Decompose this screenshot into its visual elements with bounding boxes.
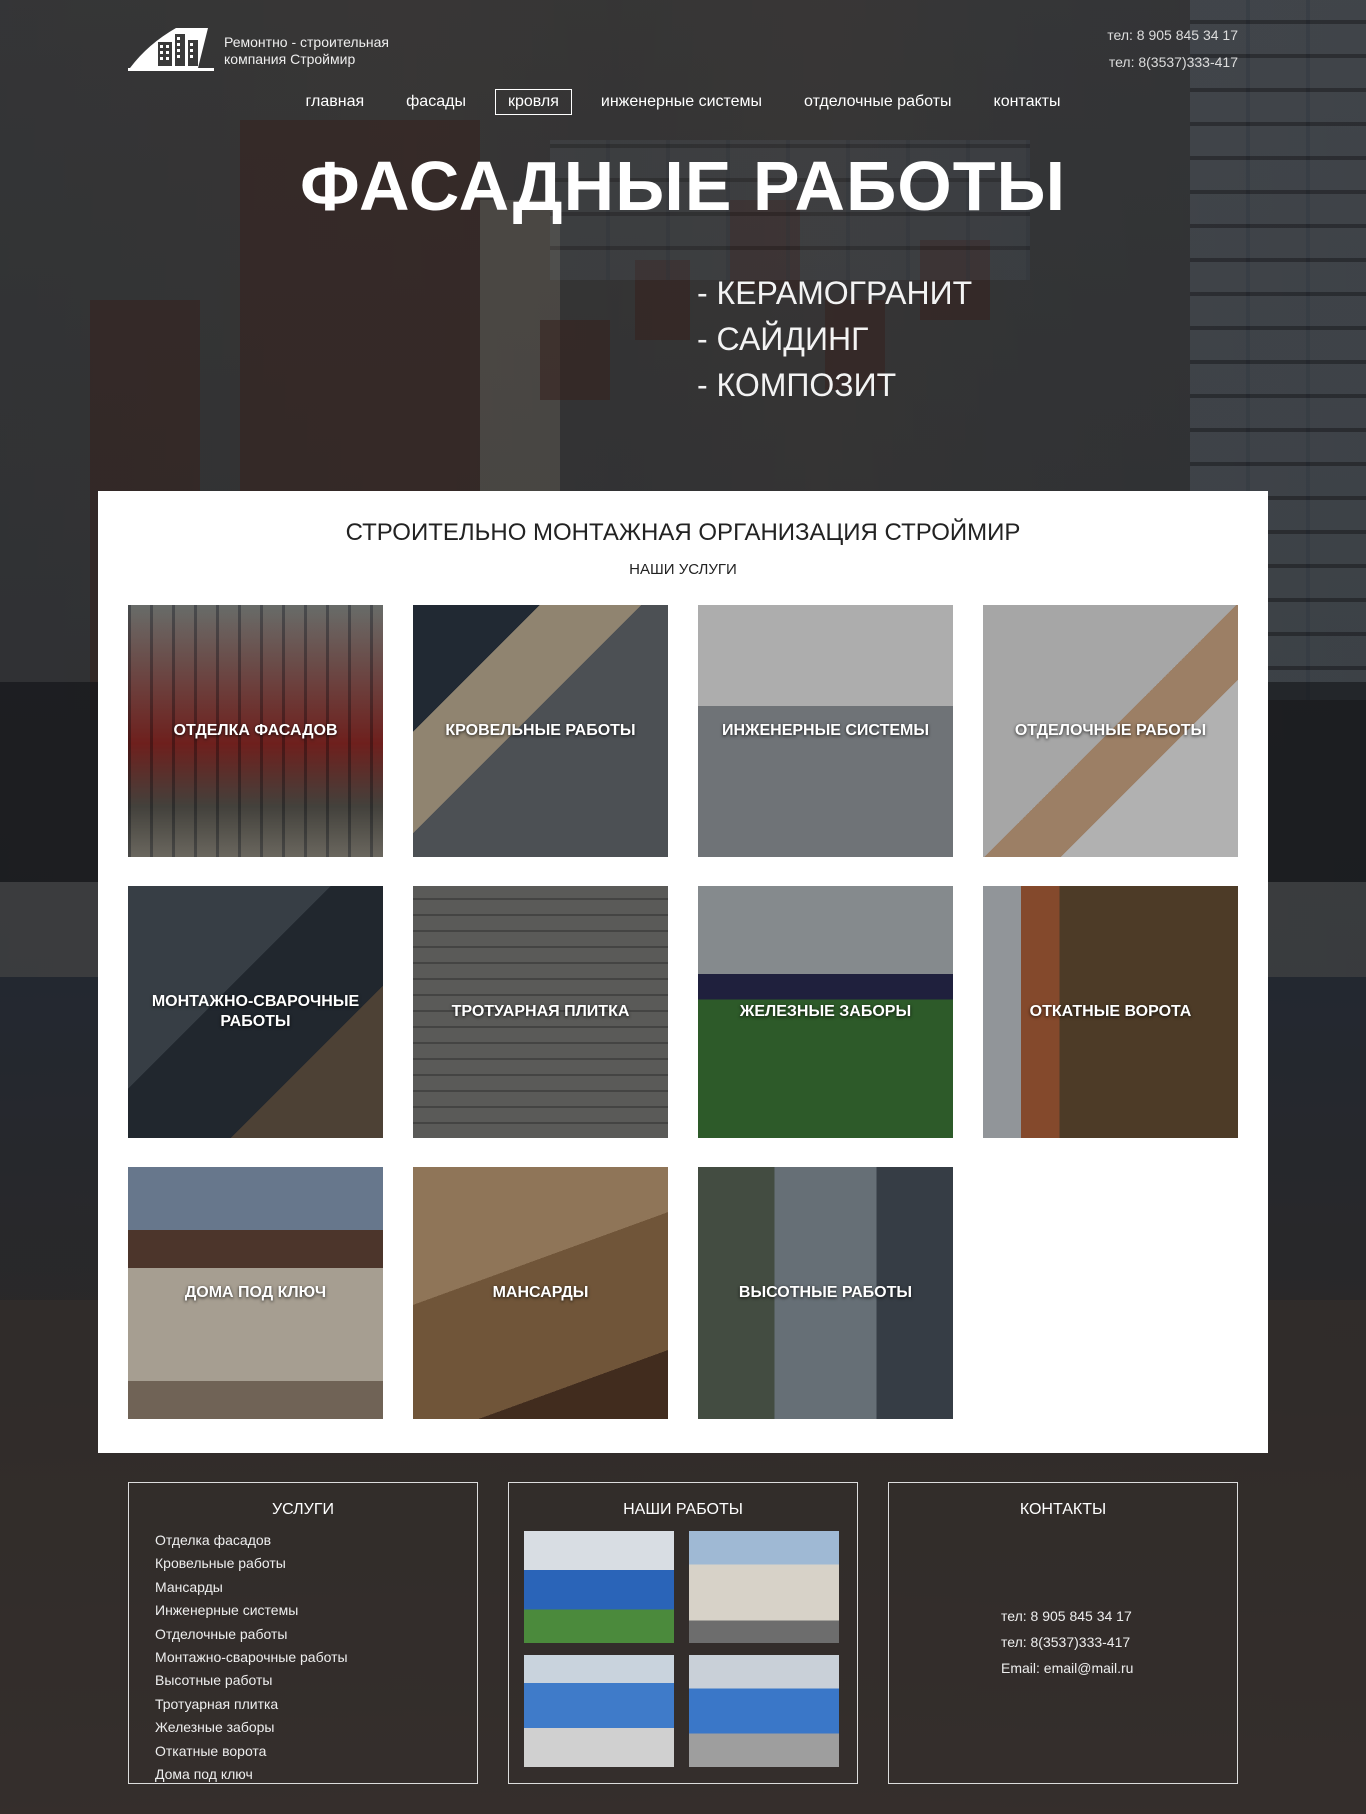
- service-tile-label: МОНТАЖНО-СВАРОЧНЫЕ РАБОТЫ: [151, 993, 360, 1030]
- hero-list-item: - КОМПОЗИТ: [697, 367, 897, 403]
- service-tile-facades[interactable]: ОТДЕЛКА ФАСАДОВ: [128, 605, 383, 857]
- hero-list-item: - САЙДИНГ: [697, 321, 869, 357]
- service-tile-label: ТРОТУАРНАЯ ПЛИТКА: [451, 1003, 630, 1020]
- service-tile-label: ОТКАТНЫЕ ВОРОТА: [1029, 1003, 1192, 1020]
- nav-item-engineering[interactable]: инженерные системы: [588, 89, 775, 115]
- service-tile-attics[interactable]: МАНСАРДЫ: [413, 1167, 668, 1419]
- services-card: СТРОИТЕЛЬНО МОНТАЖНАЯ ОРГАНИЗАЦИЯ СТРОЙМ…: [98, 491, 1268, 1453]
- nav-item-roofing[interactable]: кровля: [494, 89, 572, 115]
- footer-contacts-box: КОНТАКТЫ тел: 8 905 845 34 17 тел: 8(353…: [888, 1482, 1238, 1784]
- footer-contacts-title: КОНТАКТЫ: [1019, 1501, 1107, 1518]
- service-tile-label: КРОВЕЛЬНЫЕ РАБОТЫ: [445, 722, 636, 739]
- service-tile-label: ДОМА ПОД КЛЮЧ: [184, 1284, 327, 1301]
- service-tile-turnkey-houses[interactable]: ДОМА ПОД КЛЮЧ: [128, 1167, 383, 1419]
- service-tile-label: ВЫСОТНЫЕ РАБОТЫ: [738, 1284, 913, 1301]
- footer-works-title: НАШИ РАБОТЫ: [623, 1501, 743, 1518]
- footer-service-link[interactable]: Отделочные работы: [155, 1623, 348, 1646]
- work-photo[interactable]: [524, 1655, 674, 1767]
- service-tile-gates[interactable]: ОТКАТНЫЕ ВОРОТА: [983, 886, 1238, 1138]
- footer-service-link[interactable]: Высотные работы: [155, 1669, 348, 1692]
- service-tile-label: ОТДЕЛОЧНЫЕ РАБОТЫ: [1014, 722, 1207, 739]
- footer-service-link[interactable]: Тротуарная плитка: [155, 1693, 348, 1716]
- logo-text-line2: компания Строймир: [224, 51, 356, 67]
- contact-email[interactable]: Email: email@mail.ru: [1001, 1655, 1133, 1681]
- work-photo[interactable]: [689, 1655, 839, 1767]
- nav-item-facades[interactable]: фасады: [393, 89, 479, 115]
- footer-service-link[interactable]: Монтажно-сварочные работы: [155, 1646, 348, 1669]
- site-header: Ремонтно - строительная компания Стройми…: [0, 0, 1366, 120]
- header-phone-2: тел: 8(3537)333-417: [1108, 54, 1238, 70]
- service-tile-label: ИНЖЕНЕРНЫЕ СИСТЕМЫ: [721, 722, 930, 739]
- service-tile-engineering[interactable]: ИНЖЕНЕРНЫЕ СИСТЕМЫ: [698, 605, 953, 857]
- logo-text: Ремонтно - строительная компания Стройми…: [224, 34, 389, 68]
- service-tile-label: МАНСАРДЫ: [492, 1284, 589, 1301]
- hero-title: ФАСАДНЫЕ РАБОТЫ: [300, 147, 1066, 225]
- hero-list-item: - КЕРАМОГРАНИТ: [697, 275, 973, 311]
- service-tile-fences[interactable]: ЖЕЛЕЗНЫЕ ЗАБОРЫ: [698, 886, 953, 1138]
- service-tile-finishing[interactable]: ОТДЕЛОЧНЫЕ РАБОТЫ: [983, 605, 1238, 857]
- header-phone-1: тел: 8 905 845 34 17: [1107, 27, 1238, 43]
- service-tile-high-altitude[interactable]: ВЫСОТНЫЕ РАБОТЫ: [698, 1167, 953, 1419]
- logo-text-line1: Ремонтно - строительная: [224, 34, 389, 50]
- footer-service-link[interactable]: Кровельные работы: [155, 1552, 348, 1575]
- section-subtitle: НАШИ УСЛУГИ: [629, 561, 737, 578]
- section-title: СТРОИТЕЛЬНО МОНТАЖНАЯ ОРГАНИЗАЦИЯ СТРОЙМ…: [345, 519, 1021, 546]
- footer-service-link[interactable]: Отделка фасадов: [155, 1529, 348, 1552]
- hero-list: - КЕРАМОГРАНИТ - САЙДИНГ - КОМПОЗИТ: [697, 270, 972, 408]
- footer-services-list: Отделка фасадов Кровельные работы Мансар…: [155, 1529, 348, 1786]
- header-phones: тел: 8 905 845 34 17 тел: 8(3537)333-417: [1107, 22, 1238, 76]
- nav-item-home[interactable]: главная: [293, 89, 378, 115]
- footer-services-box: УСЛУГИ Отделка фасадов Кровельные работы…: [128, 1482, 478, 1784]
- service-tile-roofing[interactable]: КРОВЕЛЬНЫЕ РАБОТЫ: [413, 605, 668, 857]
- company-logo-icon[interactable]: [128, 24, 218, 74]
- footer-works-box: НАШИ РАБОТЫ: [508, 1482, 858, 1784]
- main-nav: главная фасады кровля инженерные системы…: [0, 89, 1366, 115]
- footer-service-link[interactable]: Инженерные системы: [155, 1599, 348, 1622]
- footer-service-link[interactable]: Дома под ключ: [155, 1763, 348, 1786]
- service-tile-label: ЖЕЛЕЗНЫЕ ЗАБОРЫ: [739, 1003, 912, 1020]
- service-tile-welding[interactable]: МОНТАЖНО-СВАРОЧНЫЕ РАБОТЫ: [128, 886, 383, 1138]
- nav-item-contacts[interactable]: контакты: [981, 89, 1074, 115]
- service-tile-paving[interactable]: ТРОТУАРНАЯ ПЛИТКА: [413, 886, 668, 1138]
- nav-item-finishing[interactable]: отделочные работы: [791, 89, 964, 115]
- service-tile-label: ОТДЕЛКА ФАСАДОВ: [173, 722, 338, 739]
- contact-phone-2: тел: 8(3537)333-417: [1001, 1634, 1131, 1650]
- footer-service-link[interactable]: Железные заборы: [155, 1716, 348, 1739]
- work-photo[interactable]: [524, 1531, 674, 1643]
- footer-services-title: УСЛУГИ: [271, 1501, 334, 1518]
- footer-service-link[interactable]: Откатные ворота: [155, 1740, 348, 1763]
- contact-phone-1: тел: 8 905 845 34 17: [1001, 1608, 1132, 1624]
- work-photo[interactable]: [689, 1531, 839, 1643]
- footer-contacts: тел: 8 905 845 34 17 тел: 8(3537)333-417…: [1001, 1603, 1133, 1681]
- footer-service-link[interactable]: Мансарды: [155, 1576, 348, 1599]
